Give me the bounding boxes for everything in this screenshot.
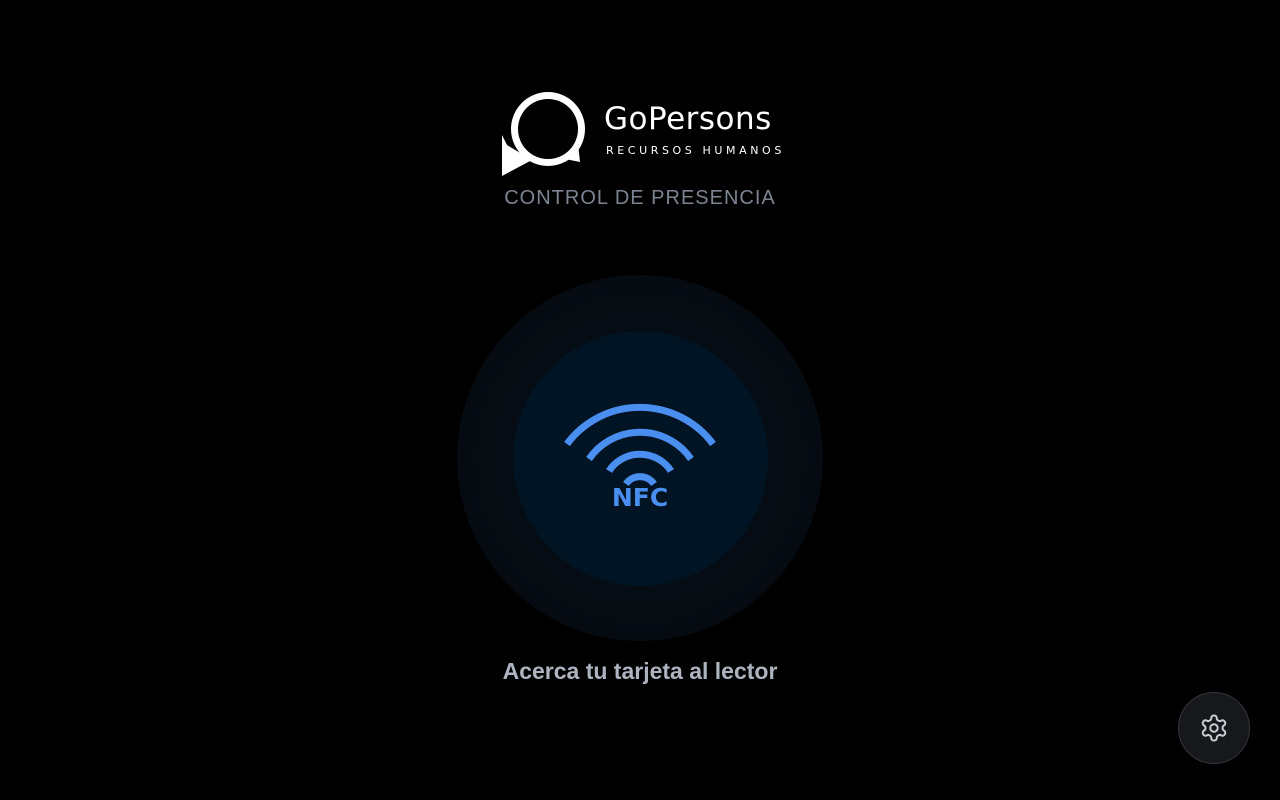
nfc-icon: NFC (564, 403, 716, 512)
tap-card-prompt: Acerca tu tarjeta al lector (502, 658, 778, 684)
brand-name: GoPersons (604, 101, 772, 137)
gopersons-logo: GoPersons RECURSOS HUMANOS (500, 88, 781, 178)
settings-button[interactable] (1178, 692, 1250, 764)
speech-bubble-logo-icon (502, 92, 585, 176)
kiosk-screen: GoPersons RECURSOS HUMANOS CONTROL DE PR… (0, 0, 1280, 800)
page-subtitle: CONTROL DE PRESENCIA (504, 187, 776, 209)
gear-icon (1201, 714, 1227, 742)
nfc-label: NFC (612, 483, 668, 512)
brand-tagline: RECURSOS HUMANOS (606, 144, 785, 157)
